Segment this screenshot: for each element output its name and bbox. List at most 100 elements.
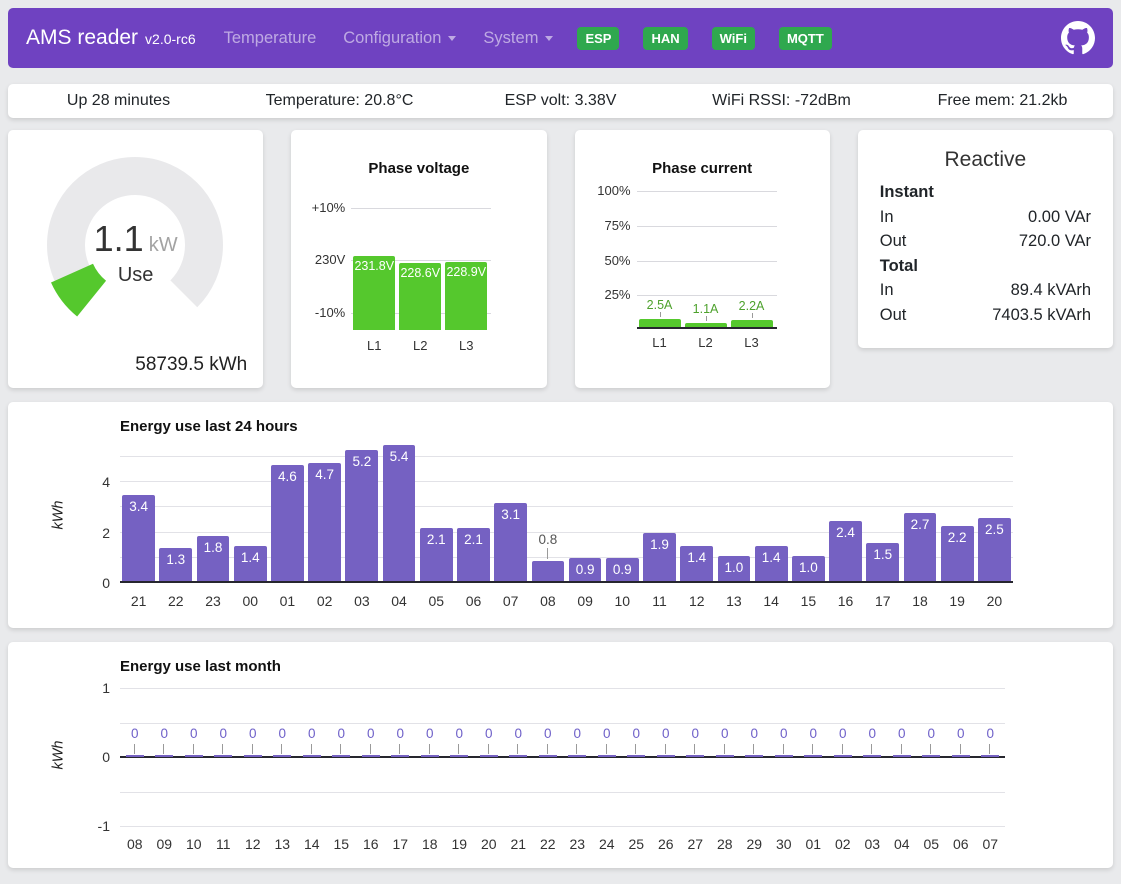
bar-value-label: 0 xyxy=(238,726,267,741)
phase-current-card: Phase current 100%75%50%25%2.5AL11.1AL22… xyxy=(575,130,830,388)
gridline xyxy=(637,226,777,227)
bar-value-label: 0 xyxy=(828,726,857,741)
phase-current-plot: 100%75%50%25%2.5AL11.1AL22.2AL3 xyxy=(637,191,777,341)
axis-category-label: 13 xyxy=(715,593,752,609)
gridline xyxy=(120,532,1013,533)
bar-value-label: 2.7 xyxy=(904,517,937,532)
top-cards-row: 1.1kW Use 58739.5 kWh Phase voltage +10%… xyxy=(8,130,1113,388)
energy-month-plot: 10-1008009010011012013014015016017018019… xyxy=(120,688,1005,826)
current-bar xyxy=(685,323,727,327)
label-connector xyxy=(694,744,695,754)
axis-category-label: 11 xyxy=(209,836,238,852)
bar-value-label: 0 xyxy=(209,726,238,741)
bar-value-label: 3.4 xyxy=(122,499,155,514)
axis-category-label: L3 xyxy=(731,335,773,350)
bar-value-label: 0 xyxy=(946,726,975,741)
axis-category-label: 16 xyxy=(827,593,864,609)
bar-value-label: 0.8 xyxy=(529,532,566,547)
bar-value-label: 0 xyxy=(356,726,385,741)
label-connector xyxy=(399,744,400,754)
chart-title: Phase voltage xyxy=(291,160,546,177)
axis-category-label: 06 xyxy=(455,593,492,609)
energy-bar-zero xyxy=(804,755,822,757)
gridline xyxy=(351,208,491,209)
energy-bar-zero xyxy=(362,755,380,757)
label-connector xyxy=(458,744,459,754)
axis-category-label: 03 xyxy=(857,836,886,852)
github-link[interactable] xyxy=(1061,21,1095,55)
total-energy-counter: 58739.5 kWh xyxy=(135,354,247,376)
bar-value-label: 2.4 xyxy=(829,525,862,540)
energy-bar-zero xyxy=(598,755,616,757)
axis-tick-label: 0 xyxy=(78,575,110,591)
axis-category-label: L1 xyxy=(639,335,681,350)
label-connector xyxy=(901,744,902,754)
phase-voltage-card: Phase voltage +10%230V-10%231.8VL1228.6V… xyxy=(291,130,546,388)
nav-item-temperature[interactable]: Temperature xyxy=(224,29,317,48)
bar-value-label: 3.1 xyxy=(494,507,527,522)
axis-category-label: 14 xyxy=(753,593,790,609)
bar-value-label: 1.3 xyxy=(159,552,192,567)
axis-category-label: 12 xyxy=(238,836,267,852)
axis-category-label: 15 xyxy=(326,836,355,852)
gridline xyxy=(120,723,1005,724)
reactive-row-value: 7403.5 kVArh xyxy=(992,303,1091,328)
energy-bar: 1.0 xyxy=(718,556,751,581)
bar-value-label: 1.1A xyxy=(685,302,727,316)
gauge-center-text: 1.1kW Use xyxy=(8,218,263,287)
y-axis-label: kWh xyxy=(51,501,67,530)
bar-value-label: 0.9 xyxy=(569,562,602,577)
brand[interactable]: AMS reader v2.0-rc6 xyxy=(26,26,196,50)
badge-han: HAN xyxy=(643,27,687,50)
axis-category-label: L3 xyxy=(445,338,487,353)
energy-bar-zero xyxy=(922,755,940,757)
nav-item-system[interactable]: System xyxy=(483,29,553,48)
axis-category-label: 23 xyxy=(194,593,231,609)
label-connector xyxy=(635,744,636,754)
bar-value-label: 0 xyxy=(297,726,326,741)
label-connector xyxy=(871,744,872,754)
energy-bar: 1.3 xyxy=(159,548,192,581)
reactive-row-label: Out xyxy=(880,229,907,254)
reactive-row-label: Total xyxy=(880,254,918,279)
bar-value-label: 0 xyxy=(740,726,769,741)
voltage-bar: 231.8V xyxy=(353,256,395,330)
energy-bar-zero xyxy=(952,755,970,757)
energy-bar: 2.4 xyxy=(829,521,862,581)
axis-category-label: 20 xyxy=(474,836,503,852)
axis-category-label: 04 xyxy=(887,836,916,852)
bar-value-label: 2.2A xyxy=(731,299,773,313)
label-connector xyxy=(488,744,489,754)
label-connector xyxy=(930,744,931,754)
energy-24h-plot: 0243.4211.3221.8231.4004.6014.7025.2035.… xyxy=(120,402,1013,583)
phase-voltage-plot: +10%230V-10%231.8VL1228.6VL2228.9VL3 xyxy=(351,208,491,354)
energy-bar: 2.1 xyxy=(457,528,490,581)
status-esp-volt: ESP volt: 3.38V xyxy=(450,92,671,110)
axis-category-label: 06 xyxy=(946,836,975,852)
current-bar xyxy=(731,320,773,327)
label-connector xyxy=(960,744,961,754)
axis-category-label: 12 xyxy=(678,593,715,609)
reactive-card: Reactive Instant In 0.00 VAr Out 720.0 V… xyxy=(858,130,1113,348)
status-wifi-rssi: WiFi RSSI: -72dBm xyxy=(671,92,892,110)
energy-bar-zero xyxy=(244,755,262,757)
energy-bar: 3.4 xyxy=(122,495,155,581)
axis-category-label: 26 xyxy=(651,836,680,852)
axis-category-label: 18 xyxy=(415,836,444,852)
bar-value-label: 0 xyxy=(799,726,828,741)
page: AMS reader v2.0-rc6 Temperature Configur… xyxy=(0,0,1121,876)
axis-category-label: 09 xyxy=(567,593,604,609)
axis-tick-label: 100% xyxy=(581,183,631,198)
bar-value-label: 0 xyxy=(563,726,592,741)
voltage-bar: 228.6V xyxy=(399,263,441,330)
axis-category-label: 29 xyxy=(740,836,769,852)
label-connector xyxy=(163,744,164,754)
label-connector xyxy=(517,744,518,754)
gridline xyxy=(120,826,1005,827)
axis-category-label: 15 xyxy=(790,593,827,609)
badge-mqtt: MQTT xyxy=(779,27,832,50)
nav-item-configuration[interactable]: Configuration xyxy=(343,29,456,48)
bar-value-label: 0 xyxy=(710,726,739,741)
statusbar: Up 28 minutes Temperature: 20.8°C ESP vo… xyxy=(8,84,1113,118)
axis-tick-label: 230V xyxy=(295,252,345,267)
